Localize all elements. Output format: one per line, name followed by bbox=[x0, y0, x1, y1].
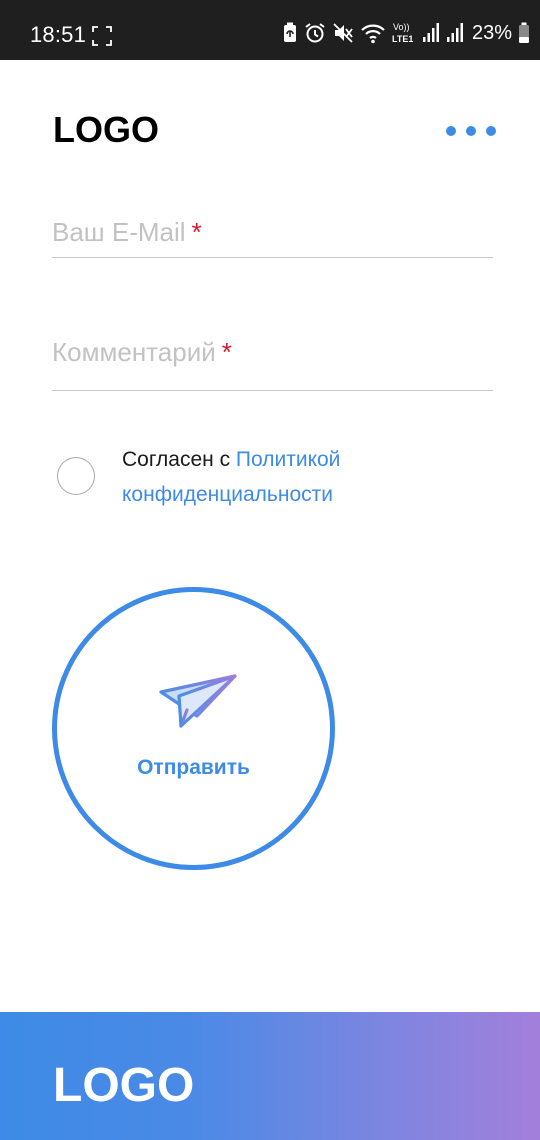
footer: LOGO bbox=[0, 1012, 540, 1140]
consent-radio[interactable] bbox=[57, 457, 95, 495]
battery-icon bbox=[518, 22, 530, 44]
send-button-label: Отправить bbox=[137, 756, 250, 779]
status-bar: 18:51 Vo)) LTE1 23% bbox=[0, 0, 540, 60]
header-logo: LOGO bbox=[53, 109, 159, 150]
battery-saver-icon bbox=[282, 22, 298, 44]
signal-icon bbox=[422, 22, 440, 44]
volte-label-top: Vo)) bbox=[393, 22, 410, 32]
paper-plane-icon bbox=[157, 672, 237, 732]
volte-icon: Vo)) LTE1 bbox=[392, 20, 416, 46]
wifi-icon bbox=[360, 22, 386, 44]
more-dots-icon[interactable] bbox=[446, 122, 502, 140]
comment-required-mark: * bbox=[221, 337, 232, 367]
consent-label: Согласен с bbox=[122, 448, 236, 471]
email-required-mark: * bbox=[191, 217, 202, 247]
menu-dot bbox=[486, 126, 496, 136]
screenshot-icon bbox=[92, 26, 112, 46]
status-time: 18:51 bbox=[30, 22, 87, 47]
footer-logo: LOGO bbox=[53, 1059, 195, 1112]
comment-field[interactable]: Комментарий * bbox=[52, 335, 493, 391]
alarm-icon bbox=[304, 22, 326, 44]
status-icons: Vo)) LTE1 23% bbox=[282, 18, 530, 48]
email-placeholder: Ваш E-Mail bbox=[52, 217, 186, 247]
signal-icon bbox=[446, 22, 464, 44]
send-button[interactable]: Отправить bbox=[52, 587, 335, 870]
email-field[interactable]: Ваш E-Mail * bbox=[52, 215, 493, 258]
mute-icon bbox=[332, 22, 354, 44]
volte-label-bottom: LTE1 bbox=[392, 34, 413, 44]
comment-placeholder: Комментарий bbox=[52, 337, 216, 367]
menu-dot bbox=[466, 126, 476, 136]
menu-dot bbox=[446, 126, 456, 136]
battery-percent: 23% bbox=[471, 22, 512, 44]
consent-text: Согласен с Политикой конфиденциальности bbox=[122, 442, 422, 512]
